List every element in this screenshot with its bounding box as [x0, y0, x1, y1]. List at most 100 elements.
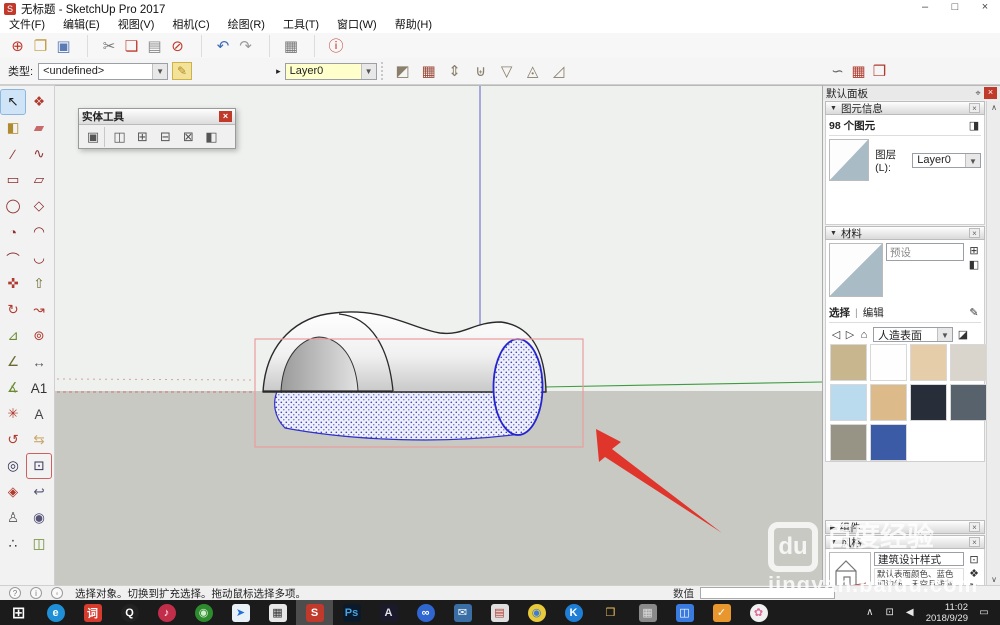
collection-combo[interactable]: 人造表面 ▼: [873, 327, 953, 342]
text-tool[interactable]: A1: [27, 376, 51, 400]
material-swatch[interactable]: [830, 424, 867, 461]
red-toolbar-icon-2[interactable]: ❒: [869, 60, 890, 82]
zoom-extents-tool[interactable]: ◈: [1, 480, 25, 504]
chevron-down-icon[interactable]: ▼: [965, 153, 980, 167]
arc-3pt-tool[interactable]: ◡: [27, 246, 51, 270]
photoshop-app[interactable]: Ps: [333, 600, 370, 625]
pin-icon[interactable]: ⌖: [972, 88, 984, 99]
speaker-icon[interactable]: ◀: [900, 607, 920, 618]
outer-shell-button[interactable]: ▣: [82, 127, 105, 147]
paste-button[interactable]: ▤: [143, 35, 166, 57]
display-icon[interactable]: ⊡: [880, 607, 900, 618]
intersect-button[interactable]: ◫: [108, 127, 131, 147]
zoom-window-tool[interactable]: ⊡: [26, 453, 52, 479]
close-icon[interactable]: ×: [969, 103, 980, 113]
tab-edit[interactable]: 编辑: [863, 305, 884, 320]
help-icon[interactable]: ◦: [51, 587, 63, 599]
calculator-app[interactable]: ▦: [259, 600, 296, 625]
sketchup-app[interactable]: S: [296, 600, 333, 625]
baidu-disk-app[interactable]: ∞: [407, 600, 444, 625]
rectangle-tool[interactable]: ▭: [1, 168, 25, 192]
close-icon[interactable]: ×: [984, 87, 997, 99]
pink-app[interactable]: ✿: [740, 600, 777, 625]
make-component-tool[interactable]: ❖: [27, 90, 51, 114]
detach-icon[interactable]: ◨: [967, 119, 981, 133]
paint-bucket-tool[interactable]: ◧: [1, 116, 25, 140]
model-canvas[interactable]: [55, 85, 822, 585]
thunder-app[interactable]: ➤: [222, 600, 259, 625]
material-swatch[interactable]: [870, 384, 907, 421]
close-button[interactable]: ×: [970, 0, 1000, 17]
previous-view-tool[interactable]: ↩: [27, 480, 51, 504]
monitor-icon[interactable]: ⊡: [967, 552, 981, 566]
add-detail-button[interactable]: ◬: [520, 60, 546, 82]
section-styles[interactable]: ▼ 风格 ×: [825, 535, 985, 549]
earth-app[interactable]: ◉: [185, 600, 222, 625]
qq-app[interactable]: Q: [111, 600, 148, 625]
redo-button[interactable]: ↷: [234, 35, 257, 57]
entity-layer-combo[interactable]: Layer0 ▼: [912, 152, 981, 168]
menu-item[interactable]: 编辑(E): [54, 17, 109, 33]
scroll-up-icon[interactable]: ∧: [987, 101, 1000, 114]
eraser-tool[interactable]: ▰: [27, 116, 51, 140]
menu-item[interactable]: 相机(C): [163, 17, 218, 33]
menu-item[interactable]: 绘图(R): [219, 17, 274, 33]
material-swatch[interactable]: [910, 384, 947, 421]
push-pull-tool[interactable]: ⇧: [27, 272, 51, 296]
panel-scrollbar[interactable]: ∧ ∨: [986, 101, 1000, 586]
arc-tool[interactable]: ⌒: [1, 246, 25, 270]
home-icon[interactable]: ⌂: [857, 328, 871, 342]
minimize-button[interactable]: –: [910, 0, 940, 17]
material-swatch[interactable]: [830, 384, 867, 421]
cylinder-body[interactable]: [274, 388, 521, 441]
tab-select[interactable]: 选择: [829, 305, 850, 320]
browser-blue-app[interactable]: e: [37, 600, 74, 625]
offset-tool[interactable]: ⊚: [27, 324, 51, 348]
set-current-material-icon[interactable]: ◧: [967, 257, 981, 271]
stamp-button[interactable]: ⊎: [468, 60, 494, 82]
red-toolbar-icon-1[interactable]: ▦: [848, 60, 869, 82]
update-style-icon[interactable]: ❖: [967, 566, 981, 580]
position-camera-tool[interactable]: ♙: [1, 506, 25, 530]
axes-tool[interactable]: ✳: [1, 402, 25, 426]
cut-button[interactable]: ✂: [87, 34, 120, 57]
arc-2pt-tool[interactable]: ◠: [27, 220, 51, 244]
illustrator-like-app[interactable]: A: [370, 600, 407, 625]
gray-app[interactable]: ▦: [629, 600, 666, 625]
polygon-tool[interactable]: ◇: [27, 194, 51, 218]
undo-button[interactable]: ↶: [201, 34, 234, 57]
section-materials[interactable]: ▼ 材料 ×: [825, 226, 985, 240]
solid-tools-palette[interactable]: 实体工具 × ▣ ◫ ⊞ ⊟ ⊠ ◧: [78, 108, 236, 149]
back-icon[interactable]: ◁: [829, 328, 843, 342]
music-app[interactable]: ♪: [148, 600, 185, 625]
material-name-field[interactable]: 预设: [886, 243, 964, 261]
chevron-down-icon[interactable]: ▼: [937, 328, 952, 341]
split-button[interactable]: ◧: [200, 127, 223, 147]
create-material-icon[interactable]: ⊞: [967, 243, 981, 257]
walk-tool[interactable]: ∴: [1, 532, 25, 556]
notification-icon[interactable]: ▭: [974, 607, 994, 618]
dimension-tool[interactable]: ↔: [27, 350, 51, 374]
erase-button[interactable]: ⊘: [166, 35, 189, 57]
file-explorer[interactable]: ❒: [592, 600, 629, 625]
smoove-button[interactable]: ⇕: [442, 60, 468, 82]
forward-icon[interactable]: ▷: [843, 328, 857, 342]
type-combo[interactable]: <undefined> ▼: [38, 62, 169, 80]
from-scratch-button[interactable]: ▦: [416, 60, 442, 82]
print-button[interactable]: ▦: [269, 34, 302, 57]
flip-edge-button[interactable]: ◿: [546, 60, 572, 82]
menu-item[interactable]: 工具(T): [274, 17, 328, 33]
clock[interactable]: 11:02 2018/9/29: [926, 602, 968, 624]
3d-text-tool[interactable]: A: [27, 402, 51, 426]
youdao-app[interactable]: 词: [74, 600, 111, 625]
tray-expand-icon[interactable]: ∧: [860, 607, 880, 618]
look-around-tool[interactable]: ◉: [27, 506, 51, 530]
union-button[interactable]: ⊞: [131, 127, 154, 147]
rotated-rectangle-tool[interactable]: ▱: [27, 168, 51, 192]
move-tool[interactable]: ✜: [1, 272, 25, 296]
trim-button[interactable]: ⊠: [177, 127, 200, 147]
model-info-button[interactable]: ⓘ: [314, 34, 347, 57]
pie-tool[interactable]: ◔: [1, 220, 25, 244]
material-swatch[interactable]: [870, 424, 907, 461]
line-tool[interactable]: ∕: [1, 142, 25, 166]
